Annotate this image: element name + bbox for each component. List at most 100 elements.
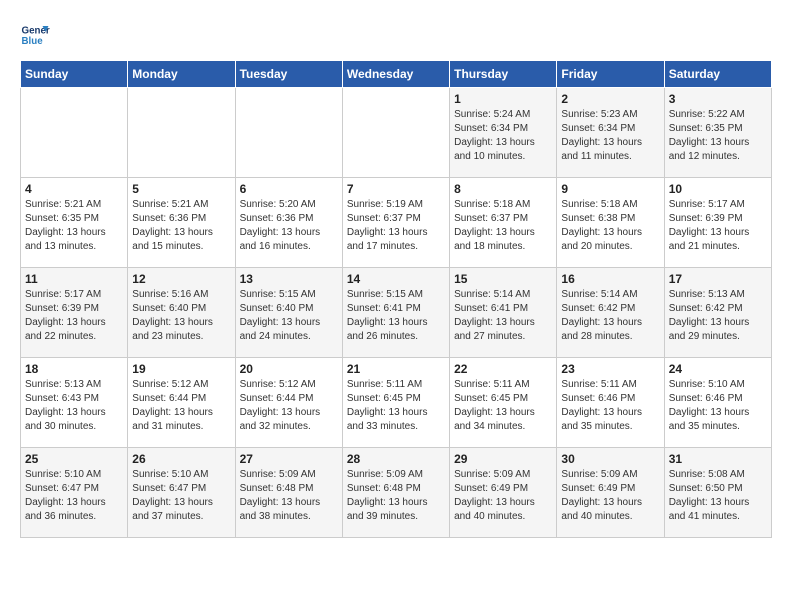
day-cell: 19 Sunrise: 5:12 AM Sunset: 6:44 PM Dayli… (128, 358, 235, 448)
weekday-sunday: Sunday (21, 61, 128, 88)
day-cell: 6Sunrise: 5:20 AM Sunset: 6:36 PM Daylig… (235, 178, 342, 268)
week-row-5: 25 Sunrise: 5:10 AM Sunset: 6:47 PM Dayli… (21, 448, 772, 538)
day-info: Sunrise: 5:21 AM Sunset: 6:36 PM Dayligh… (132, 198, 230, 254)
day-number: 31 (669, 452, 767, 466)
day-cell: 14 Sunrise: 5:15 AM Sunset: 6:41 PM Dayli… (342, 268, 449, 358)
day-info: Sunrise: 5:17 AM Sunset: 6:39 PM Dayligh… (669, 198, 767, 254)
day-cell: 21 Sunrise: 5:11 AM Sunset: 6:45 PM Dayli… (342, 358, 449, 448)
day-cell: 26 Sunrise: 5:10 AM Sunset: 6:47 PM Dayli… (128, 448, 235, 538)
weekday-wednesday: Wednesday (342, 61, 449, 88)
week-row-3: 11Sunrise: 5:17 AM Sunset: 6:39 PM Dayli… (21, 268, 772, 358)
day-info: Sunrise: 5:13 AM Sunset: 6:43 PM Dayligh… (25, 378, 123, 434)
day-cell: 23Sunrise: 5:11 AM Sunset: 6:46 PM Dayli… (557, 358, 664, 448)
day-info: Sunrise: 5:13 AM Sunset: 6:42 PM Dayligh… (669, 288, 767, 344)
weekday-tuesday: Tuesday (235, 61, 342, 88)
day-number: 14 (347, 272, 445, 286)
day-number: 27 (240, 452, 338, 466)
day-info: Sunrise: 5:14 AM Sunset: 6:41 PM Dayligh… (454, 288, 552, 344)
day-info: Sunrise: 5:14 AM Sunset: 6:42 PM Dayligh… (561, 288, 659, 344)
weekday-header-row: SundayMondayTuesdayWednesdayThursdayFrid… (21, 61, 772, 88)
day-cell: 24 Sunrise: 5:10 AM Sunset: 6:46 PM Dayli… (664, 358, 771, 448)
day-cell: 4 Sunrise: 5:21 AM Sunset: 6:35 PM Daylig… (21, 178, 128, 268)
day-info: Sunrise: 5:09 AM Sunset: 6:49 PM Dayligh… (561, 468, 659, 524)
day-cell (128, 88, 235, 178)
day-number: 25 (25, 452, 123, 466)
day-info: Sunrise: 5:15 AM Sunset: 6:41 PM Dayligh… (347, 288, 445, 344)
day-number: 5 (132, 182, 230, 196)
day-cell: 8Sunrise: 5:18 AM Sunset: 6:37 PM Daylig… (450, 178, 557, 268)
day-cell: 18 Sunrise: 5:13 AM Sunset: 6:43 PM Dayli… (21, 358, 128, 448)
day-cell (21, 88, 128, 178)
day-number: 3 (669, 92, 767, 106)
day-number: 13 (240, 272, 338, 286)
day-number: 23 (561, 362, 659, 376)
day-number: 10 (669, 182, 767, 196)
day-cell: 10 Sunrise: 5:17 AM Sunset: 6:39 PM Dayli… (664, 178, 771, 268)
day-cell: 1Sunrise: 5:24 AM Sunset: 6:34 PM Daylig… (450, 88, 557, 178)
day-info: Sunrise: 5:11 AM Sunset: 6:45 PM Dayligh… (347, 378, 445, 434)
day-number: 12 (132, 272, 230, 286)
day-info: Sunrise: 5:24 AM Sunset: 6:34 PM Dayligh… (454, 108, 552, 164)
logo-icon: General Blue (20, 20, 50, 50)
day-number: 17 (669, 272, 767, 286)
day-cell (235, 88, 342, 178)
day-number: 7 (347, 182, 445, 196)
day-info: Sunrise: 5:12 AM Sunset: 6:44 PM Dayligh… (132, 378, 230, 434)
day-cell: 9Sunrise: 5:18 AM Sunset: 6:38 PM Daylig… (557, 178, 664, 268)
day-number: 2 (561, 92, 659, 106)
day-cell: 25 Sunrise: 5:10 AM Sunset: 6:47 PM Dayli… (21, 448, 128, 538)
day-number: 21 (347, 362, 445, 376)
day-cell: 30 Sunrise: 5:09 AM Sunset: 6:49 PM Dayli… (557, 448, 664, 538)
week-row-2: 4 Sunrise: 5:21 AM Sunset: 6:35 PM Daylig… (21, 178, 772, 268)
calendar-table: SundayMondayTuesdayWednesdayThursdayFrid… (20, 60, 772, 538)
day-info: Sunrise: 5:22 AM Sunset: 6:35 PM Dayligh… (669, 108, 767, 164)
day-cell: 29 Sunrise: 5:09 AM Sunset: 6:49 PM Dayli… (450, 448, 557, 538)
day-info: Sunrise: 5:15 AM Sunset: 6:40 PM Dayligh… (240, 288, 338, 344)
day-number: 20 (240, 362, 338, 376)
day-number: 28 (347, 452, 445, 466)
weekday-saturday: Saturday (664, 61, 771, 88)
day-info: Sunrise: 5:09 AM Sunset: 6:49 PM Dayligh… (454, 468, 552, 524)
day-cell: 31Sunrise: 5:08 AM Sunset: 6:50 PM Dayli… (664, 448, 771, 538)
day-info: Sunrise: 5:10 AM Sunset: 6:47 PM Dayligh… (132, 468, 230, 524)
day-info: Sunrise: 5:09 AM Sunset: 6:48 PM Dayligh… (240, 468, 338, 524)
day-cell: 27 Sunrise: 5:09 AM Sunset: 6:48 PM Dayli… (235, 448, 342, 538)
day-info: Sunrise: 5:20 AM Sunset: 6:36 PM Dayligh… (240, 198, 338, 254)
day-info: Sunrise: 5:21 AM Sunset: 6:35 PM Dayligh… (25, 198, 123, 254)
day-number: 29 (454, 452, 552, 466)
day-number: 9 (561, 182, 659, 196)
week-row-1: 1Sunrise: 5:24 AM Sunset: 6:34 PM Daylig… (21, 88, 772, 178)
day-number: 26 (132, 452, 230, 466)
svg-text:Blue: Blue (22, 36, 44, 47)
day-number: 4 (25, 182, 123, 196)
logo: General Blue (20, 20, 50, 50)
day-cell: 22Sunrise: 5:11 AM Sunset: 6:45 PM Dayli… (450, 358, 557, 448)
day-info: Sunrise: 5:16 AM Sunset: 6:40 PM Dayligh… (132, 288, 230, 344)
day-number: 16 (561, 272, 659, 286)
day-cell: 3 Sunrise: 5:22 AM Sunset: 6:35 PM Daylig… (664, 88, 771, 178)
page-header: General Blue (20, 20, 772, 50)
day-info: Sunrise: 5:10 AM Sunset: 6:47 PM Dayligh… (25, 468, 123, 524)
day-cell: 11Sunrise: 5:17 AM Sunset: 6:39 PM Dayli… (21, 268, 128, 358)
day-info: Sunrise: 5:23 AM Sunset: 6:34 PM Dayligh… (561, 108, 659, 164)
week-row-4: 18 Sunrise: 5:13 AM Sunset: 6:43 PM Dayli… (21, 358, 772, 448)
day-cell: 2 Sunrise: 5:23 AM Sunset: 6:34 PM Daylig… (557, 88, 664, 178)
day-cell: 5 Sunrise: 5:21 AM Sunset: 6:36 PM Daylig… (128, 178, 235, 268)
weekday-friday: Friday (557, 61, 664, 88)
day-cell: 7 Sunrise: 5:19 AM Sunset: 6:37 PM Daylig… (342, 178, 449, 268)
day-number: 18 (25, 362, 123, 376)
day-info: Sunrise: 5:19 AM Sunset: 6:37 PM Dayligh… (347, 198, 445, 254)
day-cell: 15 Sunrise: 5:14 AM Sunset: 6:41 PM Dayli… (450, 268, 557, 358)
day-info: Sunrise: 5:12 AM Sunset: 6:44 PM Dayligh… (240, 378, 338, 434)
day-info: Sunrise: 5:09 AM Sunset: 6:48 PM Dayligh… (347, 468, 445, 524)
day-cell: 13 Sunrise: 5:15 AM Sunset: 6:40 PM Dayli… (235, 268, 342, 358)
day-number: 24 (669, 362, 767, 376)
weekday-thursday: Thursday (450, 61, 557, 88)
day-info: Sunrise: 5:10 AM Sunset: 6:46 PM Dayligh… (669, 378, 767, 434)
day-number: 15 (454, 272, 552, 286)
day-number: 19 (132, 362, 230, 376)
day-number: 30 (561, 452, 659, 466)
day-cell: 20 Sunrise: 5:12 AM Sunset: 6:44 PM Dayli… (235, 358, 342, 448)
day-info: Sunrise: 5:17 AM Sunset: 6:39 PM Dayligh… (25, 288, 123, 344)
day-number: 8 (454, 182, 552, 196)
